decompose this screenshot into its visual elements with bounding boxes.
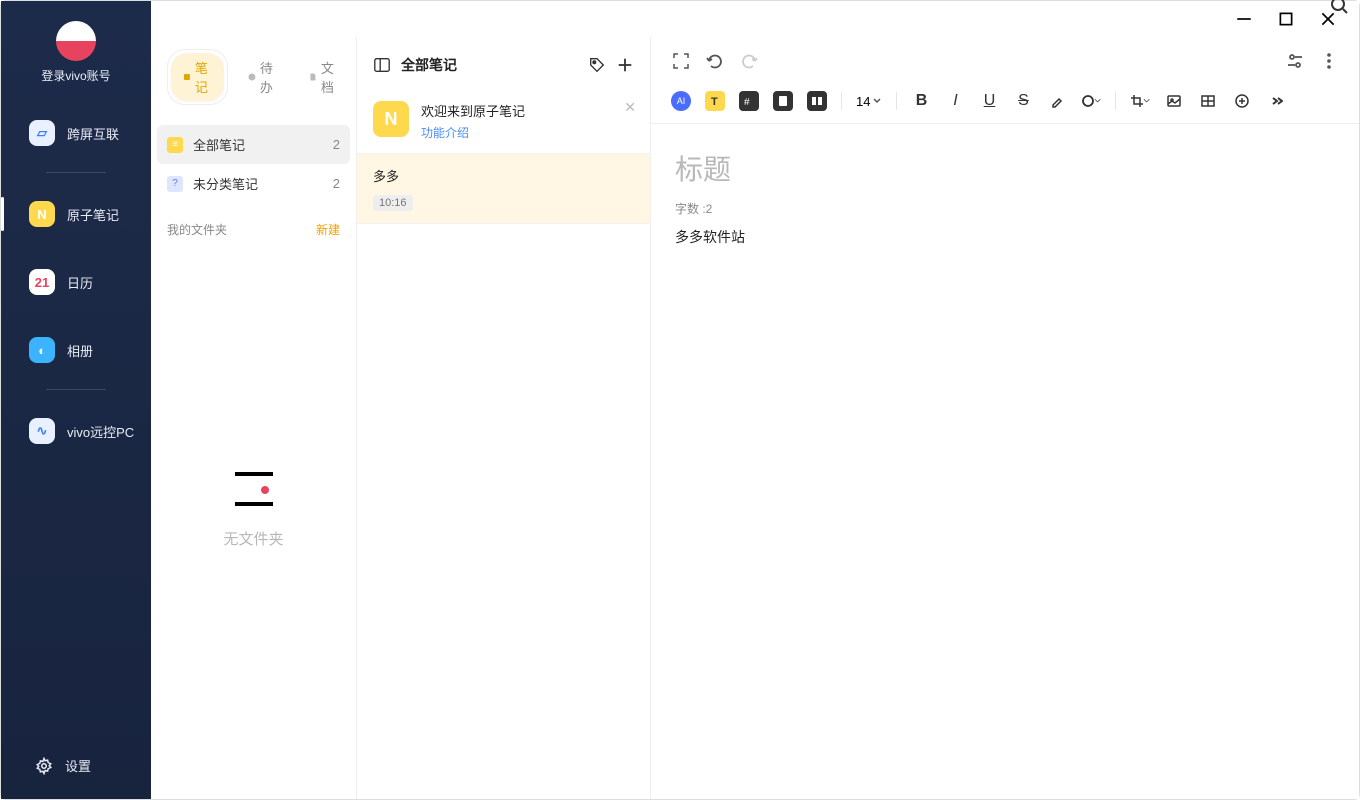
new-folder-button[interactable]: 新建 — [316, 221, 340, 238]
svg-text:#: # — [744, 97, 750, 107]
notes-icon: N — [29, 201, 55, 227]
table-icon[interactable] — [1198, 91, 1218, 111]
title-placeholder[interactable]: 标题 — [675, 148, 1335, 188]
rail-item-label: 日历 — [67, 273, 93, 292]
note-list-header: 全部笔记 — [357, 37, 650, 89]
note-app-icon: N — [373, 101, 409, 137]
folder-row-uncat[interactable]: ? 未分类笔记 2 — [151, 164, 356, 203]
note-time: 10:16 — [373, 195, 413, 211]
editor-column: AI T # 14 B I U S — [651, 37, 1359, 799]
underline-button[interactable]: U — [979, 91, 999, 111]
filter-icon[interactable] — [1285, 51, 1305, 71]
editor-content[interactable]: 多多软件站 — [675, 227, 1335, 247]
more-icon[interactable] — [1319, 51, 1339, 71]
image-icon[interactable] — [1164, 91, 1184, 111]
folder-label: 全部笔记 — [193, 135, 245, 154]
rail-item-crossscreen[interactable]: ▱ 跨屏互联 — [1, 112, 151, 154]
font-size-selector[interactable]: 14 — [856, 94, 882, 109]
left-rail: 登录vivo账号 ▱ 跨屏互联 N 原子笔记 21 日历 ◐ 相册 ∿ vivo远控PC 设置 — [1, 1, 151, 799]
folder-count: 2 — [333, 137, 340, 152]
fullscreen-icon[interactable] — [671, 51, 691, 71]
word-count: 字数 :2 — [675, 200, 1335, 217]
folder-row-all[interactable]: ≡ 全部笔记 2 — [157, 125, 350, 164]
my-folders-label: 我的文件夹 — [167, 221, 227, 238]
gear-icon — [35, 757, 53, 775]
heading-button[interactable]: # — [739, 91, 759, 111]
text-style-button[interactable]: T — [705, 91, 725, 111]
note-title: 欢迎来到原子笔记 — [421, 101, 525, 120]
crossscreen-icon: ▱ — [29, 120, 55, 146]
note-icon — [183, 71, 191, 83]
empty-folder-label: 无文件夹 — [223, 528, 283, 549]
maximize-button[interactable] — [1277, 10, 1295, 28]
color-button[interactable] — [1081, 91, 1101, 111]
tag-icon[interactable] — [588, 56, 606, 74]
calendar-icon: 21 — [29, 269, 55, 295]
my-folders-header: 我的文件夹 新建 — [151, 203, 356, 246]
chevron-down-icon — [1094, 97, 1101, 105]
tab-docs[interactable]: 文档 — [297, 53, 350, 101]
empty-folder-placeholder: 无文件夹 — [151, 466, 356, 549]
redo-icon[interactable] — [739, 51, 759, 71]
ai-button[interactable]: AI — [671, 91, 691, 111]
note-title: 多多 — [373, 166, 634, 185]
chevron-down-icon — [872, 96, 882, 106]
crop-icon[interactable] — [1130, 91, 1150, 111]
folder-icon: ? — [167, 176, 183, 192]
layout-icon[interactable] — [807, 91, 827, 111]
empty-folder-icon — [229, 466, 279, 516]
note-subtitle: 功能介绍 — [421, 124, 525, 141]
close-icon[interactable]: ✕ — [624, 99, 636, 116]
folders-column: 笔记 待办 文档 ≡ 全部笔记 2? 未分类笔记 2 我的文件夹 新建 — [151, 37, 356, 799]
rail-item-notes[interactable]: N 原子笔记 — [1, 193, 151, 235]
rail-item-label: 跨屏互联 — [67, 124, 119, 143]
titlebar — [151, 1, 1359, 37]
remotepc-icon: ∿ — [29, 418, 55, 444]
add-note-icon[interactable] — [616, 56, 634, 74]
editor-toolbar-primary — [651, 37, 1359, 85]
search-icon[interactable] — [1329, 0, 1349, 15]
folder-count: 2 — [333, 176, 340, 191]
rail-item-label: vivo远控PC — [67, 422, 134, 441]
italic-button[interactable]: I — [945, 91, 965, 111]
tab-docs-label: 文档 — [321, 58, 338, 96]
doc-icon — [309, 71, 317, 83]
insert-icon[interactable] — [1232, 91, 1252, 111]
collapse-icon[interactable] — [373, 56, 391, 74]
top-tabs: 笔记 待办 文档 — [151, 49, 356, 125]
note-list-title: 全部笔记 — [401, 55, 578, 75]
strike-button[interactable]: S — [1013, 91, 1033, 111]
settings-label: 设置 — [65, 756, 91, 775]
bold-button[interactable]: B — [911, 91, 931, 111]
tab-todo[interactable]: 待办 — [236, 53, 289, 101]
more-format-icon[interactable] — [1266, 91, 1286, 111]
tab-notes[interactable]: 笔记 — [171, 53, 224, 101]
album-icon: ◐ — [29, 337, 55, 363]
main-area: 笔记 待办 文档 ≡ 全部笔记 2? 未分类笔记 2 我的文件夹 新建 — [151, 1, 1359, 799]
rail-item-label: 原子笔记 — [67, 205, 119, 224]
editor-body[interactable]: 标题 字数 :2 多多软件站 — [651, 124, 1359, 271]
tab-notes-label: 笔记 — [195, 58, 212, 96]
rail-item-remotepc[interactable]: ∿ vivo远控PC — [1, 410, 151, 452]
tab-todo-label: 待办 — [260, 58, 277, 96]
login-label[interactable]: 登录vivo账号 — [41, 67, 110, 84]
folder-label: 未分类笔记 — [193, 174, 258, 193]
svg-text:T: T — [711, 96, 718, 107]
rail-item-label: 相册 — [67, 341, 93, 360]
settings-button[interactable]: 设置 — [1, 756, 151, 775]
folder-icon: ≡ — [167, 137, 183, 153]
check-icon — [248, 71, 256, 83]
note-item-welcome[interactable]: N 欢迎来到原子笔记功能介绍 ✕ — [357, 89, 650, 154]
note-item-duoduo[interactable]: 多多 10:16 — [357, 154, 650, 224]
highlight-button[interactable] — [1047, 91, 1067, 111]
clipboard-icon[interactable] — [773, 91, 793, 111]
editor-toolbar-format: AI T # 14 B I U S — [651, 85, 1359, 124]
avatar[interactable] — [56, 21, 96, 61]
undo-icon[interactable] — [705, 51, 725, 71]
note-list-column: 全部笔记 N 欢迎来到原子笔记功能介绍 ✕ 多多 10:16 — [356, 37, 651, 799]
rail-item-album[interactable]: ◐ 相册 — [1, 329, 151, 371]
rail-item-calendar[interactable]: 21 日历 — [1, 261, 151, 303]
minimize-button[interactable] — [1235, 10, 1253, 28]
